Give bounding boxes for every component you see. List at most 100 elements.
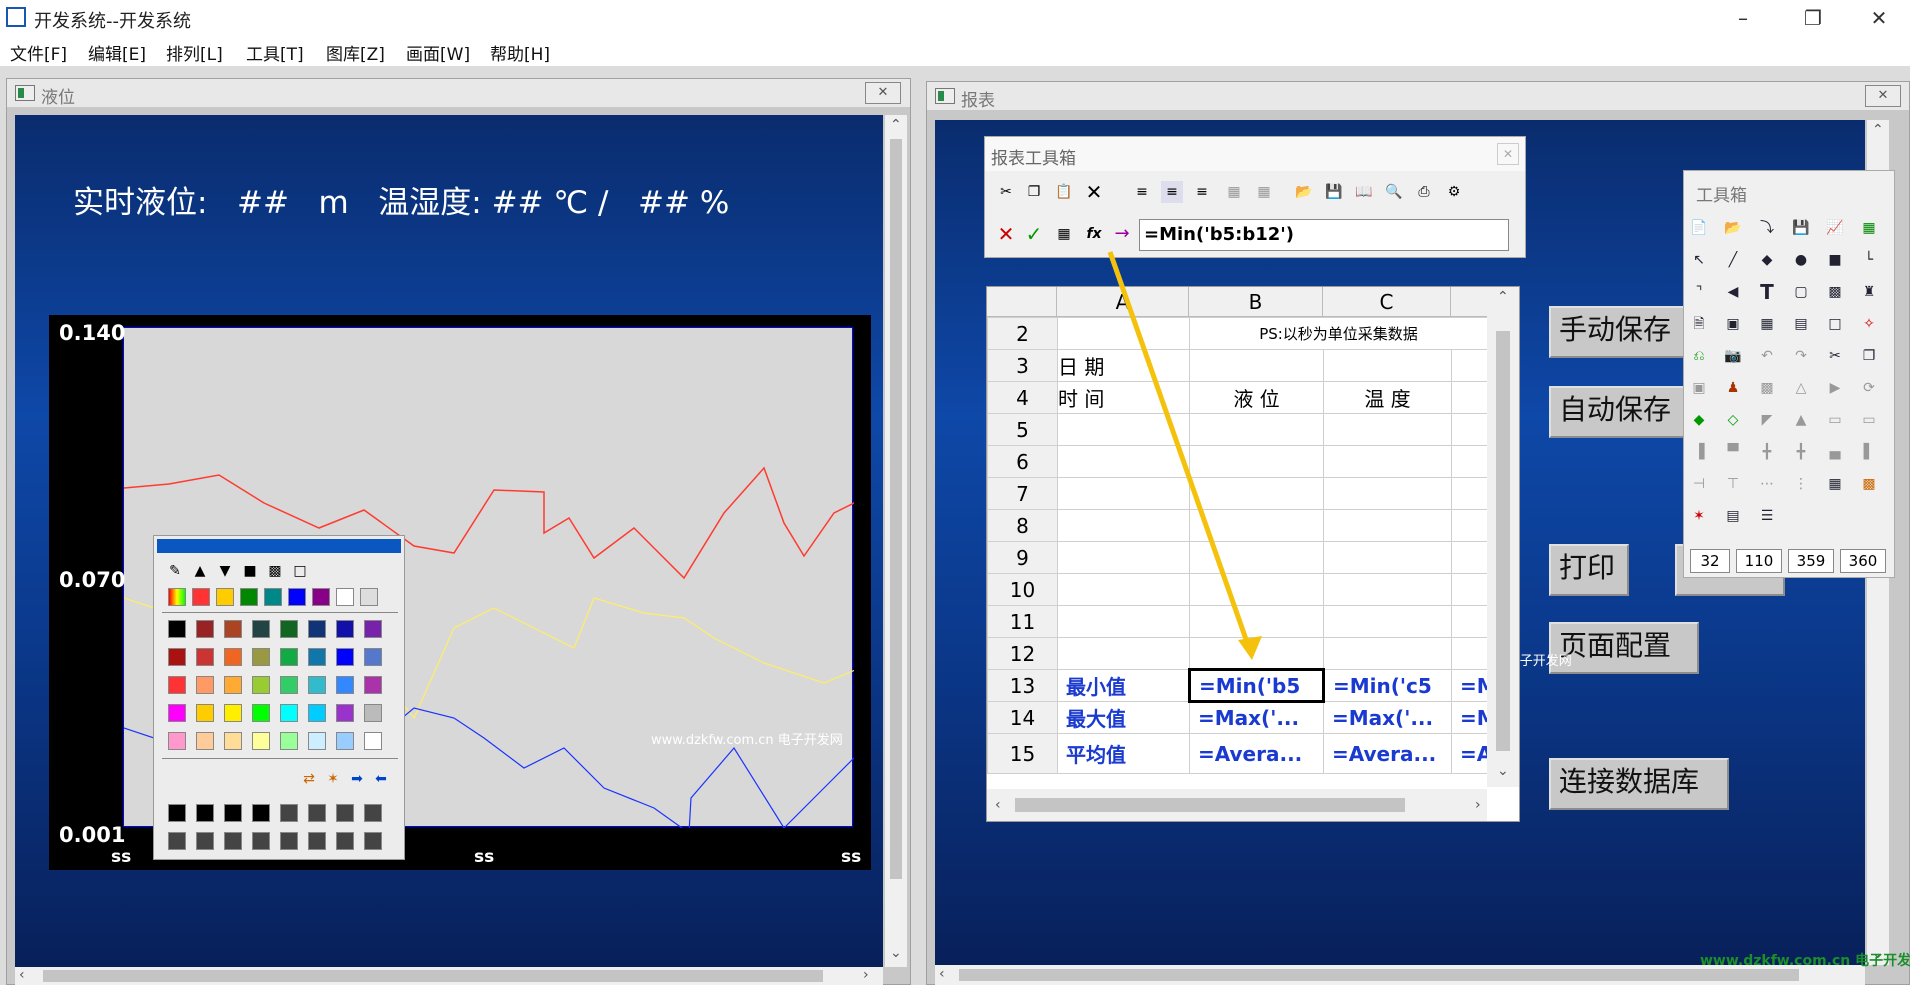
undo-icon[interactable]: ↶ [1756,345,1778,367]
scroll-left-icon[interactable]: ‹ [19,967,25,983]
align-left-icon[interactable]: ≡ [1131,181,1153,203]
column-header[interactable]: C [1323,287,1451,317]
grid-vertical-scrollbar[interactable]: ⌃ ⌄ [1487,287,1519,787]
paste-icon[interactable]: 📋 [1053,181,1075,203]
connect-database-button[interactable]: 连接数据库 [1549,758,1729,810]
minimize-icon[interactable]: – [1720,0,1766,36]
users-icon[interactable]: ♟ [1722,377,1744,399]
scroll-thumb[interactable] [1496,331,1510,751]
swatch[interactable] [252,620,270,638]
color-swatch-grid[interactable]: ⇄ ✶ ➡ ⬅ [162,588,398,858]
diamond-icon[interactable]: ◆ [1756,249,1778,271]
grid-cell[interactable]: =Max('... [1189,701,1324,734]
swatch[interactable] [264,588,282,606]
custom-swatch[interactable] [224,804,242,822]
custom-swatch[interactable] [364,832,382,850]
line-icon[interactable]: ╱ [1722,249,1744,271]
arrow-left-icon[interactable]: ⬅ [370,768,392,790]
chart-icon[interactable]: 📈 [1824,217,1846,239]
rotate-icon[interactable]: ⟳ [1858,377,1880,399]
row-header[interactable]: 8 [987,509,1058,542]
grid-cell[interactable]: 时 间 [1057,381,1190,414]
menu-icon[interactable]: ☰ [1756,505,1778,527]
swatch[interactable] [168,620,186,638]
grid-cell[interactable]: 平均值 [1057,733,1190,774]
align-right-icon[interactable]: ▌ [1858,441,1880,463]
report-grid[interactable]: A B C 2 PS:以秒为单位采集数据 3 日 期4时 间液 位温 度 5 6 7 8 9 10… [986,286,1520,822]
swap-icon[interactable]: ⇄ [298,768,320,790]
print-button[interactable]: 打印 [1549,544,1629,596]
swatch[interactable] [336,648,354,666]
picture-icon[interactable]: 📷 [1722,345,1744,367]
swatch[interactable] [196,620,214,638]
bracket-icon[interactable]: └ [1858,249,1880,271]
custom-swatch[interactable] [224,832,242,850]
grid-cell[interactable] [1323,477,1452,510]
swatch[interactable] [252,732,270,750]
align-left-icon[interactable]: ▐ [1688,441,1710,463]
horizontal-scrollbar[interactable]: ‹ › [15,967,883,985]
column-header[interactable]: B [1189,287,1323,317]
arc-icon[interactable]: ◀ [1722,281,1744,303]
custom-swatch[interactable] [336,804,354,822]
preview-icon[interactable]: 🔍 [1383,181,1405,203]
cancel-icon[interactable]: ✕ [995,223,1017,245]
scroll-left-icon[interactable]: ‹ [939,966,945,982]
grid-cell[interactable] [1057,509,1190,542]
arrow-right-icon[interactable]: → [1111,223,1133,245]
grid-cell[interactable]: 日 期 [1057,349,1190,382]
grid-cell[interactable] [1450,605,1489,638]
book-icon[interactable]: 📖 [1353,181,1375,203]
close-icon[interactable]: ✕ [1856,0,1902,36]
formula-input[interactable]: =Min('b5:b12') [1139,219,1509,251]
align-bottom-icon[interactable]: ▄ [1824,441,1846,463]
swatch[interactable] [224,620,242,638]
grid-cell[interactable] [1189,541,1324,574]
document-icon[interactable]: 🗎 [1688,313,1710,335]
swatch[interactable] [168,704,186,722]
dots-v-icon[interactable]: ⋮ [1790,473,1812,495]
group-icon[interactable]: ⎌ [1688,345,1710,367]
grid-cell[interactable] [1323,509,1452,542]
grid-icon[interactable]: ▦ [1756,313,1778,335]
grid-cell[interactable] [1189,637,1324,670]
scroll-left-icon[interactable]: ‹ [995,797,1001,813]
mix-icon[interactable]: ✶ [322,768,344,790]
custom-swatch[interactable] [280,804,298,822]
menu-gallery[interactable]: 图库[Z] [326,40,385,65]
gradient-icon[interactable]: ▤ [1722,505,1744,527]
grid-cell[interactable]: =Avera... [1323,733,1452,774]
custom-swatch[interactable] [336,832,354,850]
sparkle-icon[interactable]: ✧ [1858,313,1880,335]
row-header[interactable]: 13 [987,669,1058,702]
grid-cell[interactable] [1057,541,1190,574]
swatch[interactable] [252,676,270,694]
fill-icon[interactable]: ▲ [189,560,211,582]
paste-icon[interactable]: ▣ [1688,377,1710,399]
node-edit-icon[interactable]: ◇ [1722,409,1744,431]
grid-dots-icon[interactable]: ▦ [1824,473,1846,495]
swatch[interactable] [364,732,382,750]
custom-swatch[interactable] [196,832,214,850]
scale-icon[interactable]: △ [1790,377,1812,399]
grid-cell[interactable]: 最小值 [1057,669,1190,702]
swatch[interactable] [288,588,306,606]
scroll-thumb[interactable] [1015,798,1405,812]
close-icon[interactable]: ✕ [865,82,901,104]
none-icon[interactable]: □ [289,560,311,582]
restore-icon[interactable]: ❐ [1790,0,1836,36]
menu-arrange[interactable]: 排列[L] [166,40,223,65]
swatch[interactable] [312,588,330,606]
image-icon[interactable]: ▩ [264,560,286,582]
row-header[interactable]: 6 [987,445,1058,478]
swatch[interactable] [360,588,378,606]
scroll-thumb[interactable] [959,969,1799,981]
grid-cell[interactable] [1323,605,1452,638]
grid-cell[interactable] [1057,637,1190,670]
align-top-icon[interactable]: ▀ [1722,441,1744,463]
column-header[interactable] [1451,287,1487,317]
swatch[interactable] [308,732,326,750]
gradient-icon[interactable]: ▼ [214,560,236,582]
swatch[interactable] [364,704,382,722]
align-center-icon[interactable]: ╋ [1790,441,1812,463]
